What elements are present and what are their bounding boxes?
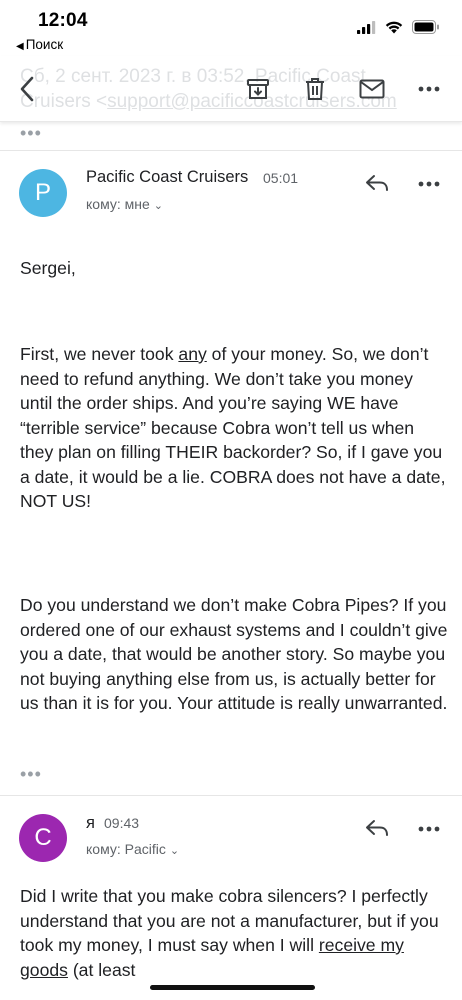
recipient-label: кому: мне bbox=[86, 196, 150, 212]
archive-button[interactable] bbox=[245, 75, 271, 103]
message-paragraph-1: First, we never took any of your money. … bbox=[20, 342, 450, 514]
message-more-button[interactable] bbox=[416, 825, 442, 833]
chevron-down-icon: ⌄ bbox=[169, 845, 180, 857]
home-indicator[interactable] bbox=[150, 985, 315, 990]
status-time: 12:04 bbox=[38, 10, 88, 31]
message-greeting: Sergei, bbox=[20, 258, 76, 278]
reply-button[interactable] bbox=[362, 815, 392, 841]
message-body: Did I write that you make cobra silencer… bbox=[20, 884, 450, 982]
recipient-label: кому: Pacific bbox=[86, 841, 166, 857]
back-triangle-icon: ◀ bbox=[16, 41, 24, 52]
signal-icon bbox=[357, 20, 376, 34]
more-icon bbox=[418, 181, 440, 187]
para1-underlined: any bbox=[178, 344, 207, 364]
back-icon bbox=[20, 76, 34, 102]
delete-icon bbox=[306, 78, 324, 100]
delete-button[interactable] bbox=[302, 75, 328, 103]
more-icon bbox=[418, 86, 440, 92]
mail-icon bbox=[359, 79, 385, 99]
para1-text-start: First, we never took bbox=[20, 344, 179, 364]
divider bbox=[0, 795, 462, 796]
sender-name[interactable]: Pacific Coast Cruisers bbox=[86, 168, 248, 187]
collapsed-messages-button[interactable]: ••• bbox=[20, 124, 42, 142]
body-text-end: (at least bbox=[67, 959, 136, 980]
reply-icon bbox=[366, 820, 388, 836]
back-button[interactable] bbox=[14, 75, 40, 103]
battery-icon bbox=[412, 20, 439, 34]
mark-unread-button[interactable] bbox=[357, 75, 387, 103]
message-time: 09:43 bbox=[104, 815, 140, 831]
chevron-down-icon: ⌄ bbox=[153, 200, 163, 212]
recipient-details-toggle[interactable]: кому: мне ⌄ bbox=[86, 196, 163, 212]
message-more-button[interactable] bbox=[416, 180, 442, 188]
reply-button[interactable] bbox=[362, 170, 392, 196]
reply-icon bbox=[366, 175, 388, 191]
sender-avatar[interactable]: C bbox=[19, 814, 67, 862]
more-icon bbox=[418, 826, 440, 832]
message-time: 05:01 bbox=[263, 170, 299, 186]
archive-icon bbox=[247, 79, 269, 99]
wifi-icon bbox=[385, 21, 403, 33]
email-toolbar: Сб, 2 сент. 2023 г. в 03:52, Pacific Coa… bbox=[0, 56, 462, 122]
recipient-details-toggle[interactable]: кому: Pacific ⌄ bbox=[86, 841, 179, 857]
divider bbox=[0, 150, 462, 151]
status-bar: 12:04 ◀ Поиск bbox=[0, 0, 462, 56]
message-paragraph-2: Do you understand we don’t make Cobra Pi… bbox=[20, 595, 448, 713]
more-options-button[interactable] bbox=[416, 75, 442, 103]
back-to-app-link[interactable]: ◀ Поиск bbox=[16, 37, 63, 52]
status-icons bbox=[357, 20, 440, 34]
back-to-app-label: Поиск bbox=[25, 37, 64, 52]
show-quoted-text-button[interactable]: ••• bbox=[20, 765, 42, 783]
para1-text-end: of your money. So, we don’t need to refu… bbox=[20, 344, 446, 511]
sender-avatar[interactable]: P bbox=[19, 169, 67, 217]
sender-name[interactable]: я bbox=[86, 814, 95, 833]
